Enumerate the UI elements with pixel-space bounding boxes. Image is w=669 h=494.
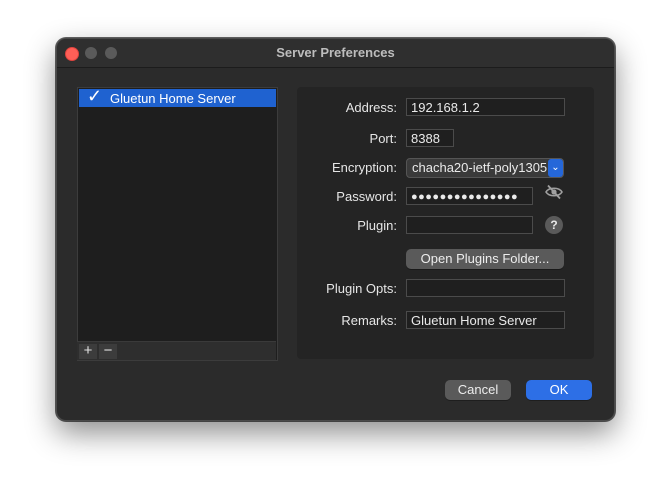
server-list-item[interactable]: ✓ Gluetun Home Server xyxy=(79,86,276,107)
checkmark-icon: ✓ xyxy=(87,86,103,106)
remarks-field[interactable]: Gluetun Home Server xyxy=(406,311,565,329)
eye-slash-icon[interactable] xyxy=(543,184,565,204)
plugin-label: Plugin: xyxy=(357,218,397,233)
plugin-opts-label: Plugin Opts: xyxy=(326,281,397,296)
port-field[interactable]: 8388 xyxy=(406,129,454,147)
server-settings-panel: Address: 192.168.1.2 Port: 8388 Encrypti… xyxy=(297,87,594,359)
encryption-popup[interactable]: chacha20-ietf-poly1305 ⌄ xyxy=(406,158,564,178)
address-label: Address: xyxy=(345,100,397,115)
chevron-updown-icon: ⌄ xyxy=(548,159,563,177)
address-field[interactable]: 192.168.1.2 xyxy=(406,98,565,116)
plugin-field[interactable] xyxy=(406,216,533,234)
server-preferences-window: Server Preferences ✓ Gluetun Home Server… xyxy=(56,38,615,421)
help-icon[interactable]: ? xyxy=(545,216,563,234)
encryption-value: chacha20-ietf-poly1305 xyxy=(412,160,548,175)
port-label: Port: xyxy=(369,131,397,146)
add-server-button[interactable]: + xyxy=(79,343,97,359)
password-field[interactable]: ●●●●●●●●●●●●●●● xyxy=(406,187,533,205)
window-title: Server Preferences xyxy=(276,45,395,60)
server-list[interactable]: ✓ Gluetun Home Server xyxy=(77,86,278,361)
open-plugins-folder-button[interactable]: Open Plugins Folder... xyxy=(406,249,564,269)
plugin-opts-field[interactable] xyxy=(406,279,565,297)
remove-server-button[interactable]: − xyxy=(99,343,117,359)
encryption-label: Encryption: xyxy=(331,160,397,175)
list-controls: + − xyxy=(77,341,276,360)
cancel-button[interactable]: Cancel xyxy=(445,380,511,400)
ok-button[interactable]: OK xyxy=(526,380,592,400)
remarks-label: Remarks: xyxy=(341,313,397,328)
server-label: Gluetun Home Server xyxy=(110,91,236,106)
password-label: Password: xyxy=(336,189,397,204)
title-bar[interactable]: Server Preferences xyxy=(57,39,614,68)
